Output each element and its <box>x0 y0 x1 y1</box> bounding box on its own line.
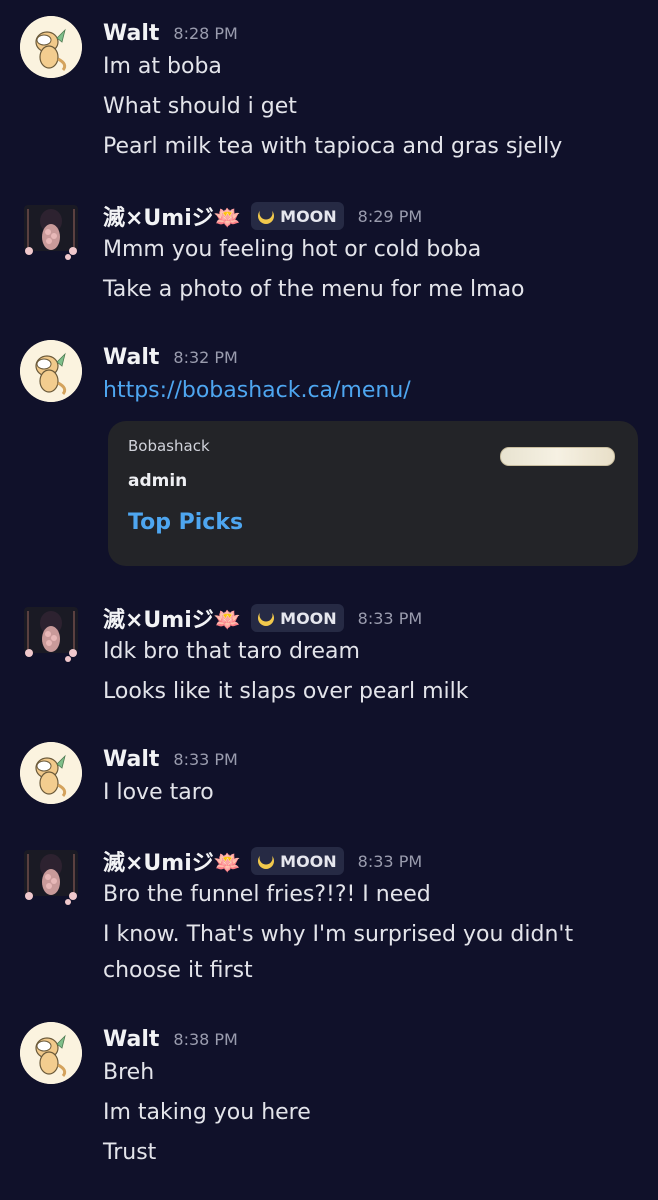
moon-icon <box>258 609 275 626</box>
user-avatar[interactable] <box>20 340 82 402</box>
username[interactable]: Walt <box>103 21 159 46</box>
badge-label: MOON <box>280 851 337 871</box>
message-text: Im at boba <box>103 54 222 79</box>
moon-icon <box>258 852 275 869</box>
message-text: Trust <box>103 1140 157 1165</box>
user-avatar[interactable] <box>20 742 82 804</box>
message-header: 滅×Umiジ🪷 MOON 8:29 PM <box>103 199 422 233</box>
timestamp: 8:28 PM <box>173 23 238 43</box>
user-avatar[interactable] <box>20 1022 82 1084</box>
message-text: Idk bro that taro dream <box>103 639 360 664</box>
timestamp: 8:33 PM <box>357 851 423 871</box>
user-avatar[interactable] <box>20 199 82 261</box>
message-text: Take a photo of the menu for me lmao <box>103 277 525 302</box>
message-header: Walt 8:32 PM <box>103 340 238 374</box>
message-text: What should i get <box>103 94 297 119</box>
timestamp: 8:33 PM <box>173 749 238 769</box>
message-text: Breh <box>103 1060 155 1085</box>
username[interactable]: 滅×Umiジ🪷 <box>103 845 241 877</box>
link-embed: Bobashack admin Top Picks <box>108 421 638 566</box>
badge-label: MOON <box>280 206 337 226</box>
dragon-avatar-icon <box>20 1022 82 1084</box>
role-badge[interactable]: MOON <box>251 604 344 632</box>
message-text: choose it first <box>103 958 253 983</box>
dragon-avatar-icon <box>20 742 82 804</box>
timestamp: 8:38 PM <box>173 1029 238 1049</box>
message-text: Bro the funnel fries?!?! I need <box>103 882 431 907</box>
username[interactable]: 滅×Umiジ🪷 <box>103 200 241 232</box>
user-avatar[interactable] <box>20 601 82 663</box>
character-avatar-icon <box>24 205 78 260</box>
message-header: Walt 8:33 PM <box>103 742 238 776</box>
character-avatar-icon <box>24 607 78 662</box>
username[interactable]: Walt <box>103 345 159 370</box>
embed-title[interactable]: Top Picks <box>128 510 243 535</box>
message-header: 滅×Umiジ🪷 MOON 8:33 PM <box>103 844 422 878</box>
embed-thumbnail[interactable] <box>500 447 615 466</box>
username[interactable]: Walt <box>103 1027 159 1052</box>
role-badge[interactable]: MOON <box>251 847 344 875</box>
message-text: Mmm you feeling hot or cold boba <box>103 237 482 262</box>
dragon-avatar-icon <box>20 16 82 78</box>
user-avatar[interactable] <box>20 844 82 906</box>
username[interactable]: Walt <box>103 747 159 772</box>
timestamp: 8:32 PM <box>173 347 238 367</box>
message-text: Looks like it slaps over pearl milk <box>103 679 469 704</box>
role-badge[interactable]: MOON <box>251 202 344 230</box>
username[interactable]: 滅×Umiジ🪷 <box>103 602 241 634</box>
message-header: Walt 8:28 PM <box>103 16 238 50</box>
message-header: Walt 8:38 PM <box>103 1022 238 1056</box>
embed-author[interactable]: admin <box>128 471 187 491</box>
moon-icon <box>258 207 275 224</box>
user-avatar[interactable] <box>20 16 82 78</box>
message-text: Im taking you here <box>103 1100 311 1125</box>
timestamp: 8:33 PM <box>357 608 423 628</box>
message-text: I know. That's why I'm surprised you did… <box>103 922 574 947</box>
message-link[interactable]: https://bobashack.ca/menu/ <box>103 378 411 403</box>
dragon-avatar-icon <box>20 340 82 402</box>
timestamp: 8:29 PM <box>357 206 423 226</box>
message-text: I love taro <box>103 780 214 805</box>
message-header: 滅×Umiジ🪷 MOON 8:33 PM <box>103 601 422 635</box>
embed-provider[interactable]: Bobashack <box>128 437 210 455</box>
message-text: Pearl milk tea with tapioca and gras sje… <box>103 134 563 159</box>
badge-label: MOON <box>280 608 337 628</box>
character-avatar-icon <box>24 850 78 905</box>
